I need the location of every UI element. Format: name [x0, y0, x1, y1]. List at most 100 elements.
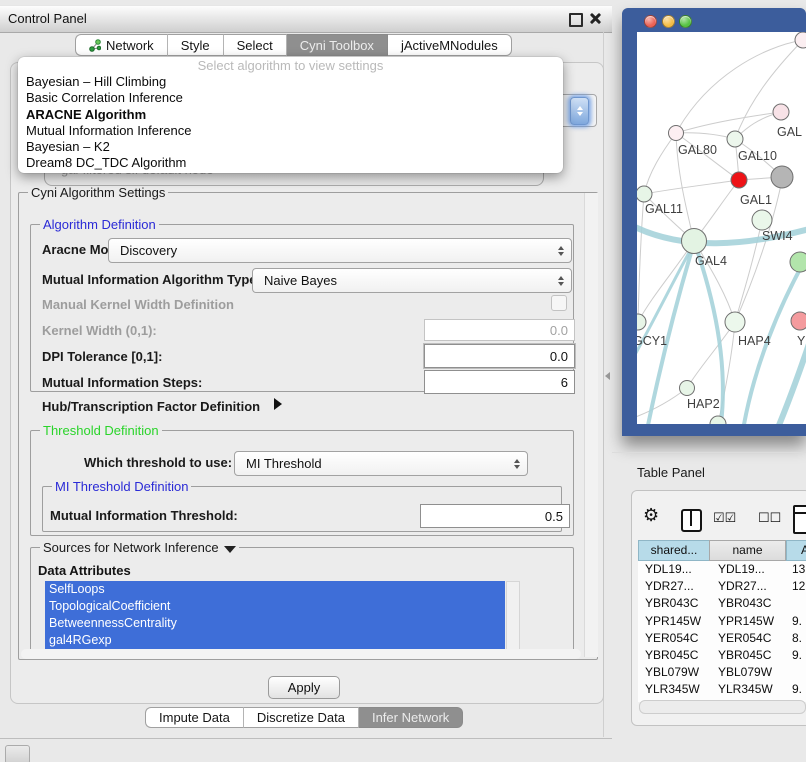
table-cell[interactable]: YLR345W — [645, 681, 700, 698]
apply-button[interactable]: Apply — [268, 676, 340, 699]
attribute-item-topologicalcoefficient[interactable]: TopologicalCoefficient — [45, 598, 505, 615]
network-node[interactable] — [771, 166, 793, 188]
network-node-gal4[interactable] — [682, 229, 707, 254]
sources-group-title[interactable]: Sources for Network Inference — [40, 540, 239, 555]
list-vertical-scrollbar[interactable] — [506, 581, 520, 651]
new-table-icon[interactable] — [793, 505, 806, 534]
table-cell[interactable]: 12 — [792, 578, 805, 595]
mi-steps-field[interactable]: 6 — [424, 370, 575, 394]
aracne-mode-combobox[interactable]: Discovery — [108, 238, 572, 263]
columns-icon[interactable] — [681, 509, 702, 532]
data-attributes-list[interactable]: SelfLoopsTopologicalCoefficientBetweenne… — [45, 581, 505, 649]
which-threshold-combobox[interactable]: MI Threshold — [234, 451, 528, 476]
combo-spinner-icon[interactable] — [570, 97, 589, 125]
table-row[interactable]: YDR27... YDR27... 12 — [638, 578, 806, 595]
algorithm-option-bayesian-hill-climbing[interactable]: Bayesian – Hill Climbing — [18, 74, 563, 90]
tab-infer-network[interactable]: Infer Network — [359, 707, 463, 728]
table-cell[interactable]: YER054C — [718, 630, 771, 647]
algorithm-option-basic-correlation-inference[interactable]: Basic Correlation Inference — [18, 90, 563, 106]
attribute-item-selfloops[interactable]: SelfLoops — [45, 581, 505, 598]
group-horizontal-scrollbar[interactable] — [21, 649, 581, 659]
tab-cyni-toolbox[interactable]: Cyni Toolbox — [287, 34, 388, 56]
table-cell[interactable]: 9. — [792, 681, 802, 698]
algorithm-option-dream8-dc-tdc-algorithm[interactable]: Dream8 DC_TDC Algorithm — [18, 155, 563, 171]
network-node[interactable] — [795, 32, 806, 48]
select-unchecked-icon[interactable]: ☐☐ — [758, 510, 781, 526]
mi-threshold-field[interactable]: 0.5 — [420, 504, 570, 528]
table-row[interactable]: YBR043C YBR043C — [638, 595, 806, 612]
kernel-width-field[interactable]: 0.0 — [424, 319, 575, 341]
table-cell[interactable]: 9. — [792, 647, 802, 664]
tab-style[interactable]: Style — [168, 34, 224, 56]
table-row[interactable]: YLR345W YLR345W 9. — [638, 681, 806, 698]
table-cell[interactable]: YBL079W — [718, 664, 772, 681]
table-row[interactable]: YBL079W YBL079W — [638, 664, 806, 681]
expand-arrow-icon[interactable] — [274, 398, 282, 410]
table-row[interactable]: YER054C YER054C 8. — [638, 630, 806, 647]
algorithm-option-bayesian-k2[interactable]: Bayesian – K2 — [18, 139, 563, 155]
table-cell[interactable]: YBR045C — [718, 647, 771, 664]
hub-section-label[interactable]: Hub/Transcription Factor Definition — [42, 399, 260, 414]
table-cell[interactable]: YDL19... — [645, 561, 692, 578]
table-cell[interactable]: YBR043C — [718, 595, 771, 612]
tab-discretize-data[interactable]: Discretize Data — [244, 707, 359, 728]
network-node-swi4[interactable] — [752, 210, 772, 230]
table-row[interactable]: YBR045C YBR045C 9. — [638, 647, 806, 664]
network-node-gal10[interactable] — [727, 131, 743, 147]
close-panel-icon[interactable] — [589, 12, 602, 25]
table-cell[interactable]: YDR27... — [645, 578, 694, 595]
tab-network[interactable]: Network — [75, 34, 168, 56]
table-cell[interactable]: 9. — [792, 613, 802, 630]
control-panel-titlebar[interactable]: Control Panel — [0, 5, 612, 33]
zoom-light-icon[interactable] — [679, 15, 692, 28]
network-node[interactable] — [790, 252, 806, 272]
table-cell[interactable]: YBR043C — [645, 595, 698, 612]
attribute-item-betweennesscentrality[interactable]: BetweennessCentrality — [45, 615, 505, 632]
table-cell[interactable]: YDR27... — [718, 578, 767, 595]
algorithm-option-aracne-algorithm[interactable]: ARACNE Algorithm — [18, 107, 563, 123]
table-row[interactable]: YDL19... YDL19... 13 — [638, 561, 806, 578]
dpi-tolerance-field[interactable]: 0.0 — [424, 344, 575, 368]
column-header-a[interactable]: A — [786, 540, 806, 561]
network-node-gal80[interactable] — [669, 126, 684, 141]
minimized-panel-icon[interactable] — [5, 745, 30, 762]
manual-kernel-checkbox[interactable] — [551, 295, 567, 311]
table-cell[interactable]: YDL19... — [718, 561, 765, 578]
network-node-gal11[interactable] — [637, 186, 652, 202]
algorithm-option-mutual-information-inference[interactable]: Mutual Information Inference — [18, 123, 563, 139]
splitter-collapse-arrow-icon[interactable] — [605, 372, 610, 380]
table-cell[interactable]: YPR145W — [718, 613, 774, 630]
table-cell[interactable]: 8. — [792, 630, 802, 647]
network-node-hap2[interactable] — [680, 381, 695, 396]
tab-impute-data[interactable]: Impute Data — [145, 707, 244, 728]
settings-vertical-scrollbar[interactable] — [584, 193, 598, 657]
table-cell[interactable]: 13 — [792, 561, 805, 578]
float-panel-icon[interactable] — [569, 13, 583, 27]
table-row[interactable]: YPR145W YPR145W 9. — [638, 613, 806, 630]
network-node-gal[interactable] — [773, 104, 789, 120]
column-header-shared[interactable]: shared... — [638, 540, 710, 561]
attribute-item-gal4rgexp[interactable]: gal4RGexp — [45, 632, 505, 649]
network-canvas[interactable]: GALGAL80GAL10GAL1GAL11SWI4GAL4GCY1HAP4YH… — [637, 32, 806, 424]
collapse-arrow-icon[interactable] — [224, 546, 236, 553]
network-node-y[interactable] — [791, 312, 806, 330]
network-node-hap4[interactable] — [725, 312, 745, 332]
table-body[interactable]: YDL19...YDL19...13YDR27...YDR27...12YBR0… — [638, 561, 806, 702]
select-checked-icon[interactable]: ☑☑ — [713, 510, 736, 526]
column-header-name[interactable]: name — [709, 540, 786, 561]
table-cell[interactable]: YER054C — [645, 630, 698, 647]
table-cell[interactable]: YLR345W — [718, 681, 773, 698]
table-cell[interactable]: YBL079W — [645, 664, 699, 681]
minimize-light-icon[interactable] — [662, 15, 675, 28]
network-node-gal1[interactable] — [731, 172, 747, 188]
table-cell[interactable]: YBR045C — [645, 647, 698, 664]
close-light-icon[interactable] — [644, 15, 657, 28]
mi-type-combobox[interactable]: Naive Bayes — [252, 268, 572, 293]
gear-icon[interactable]: ⚙ — [643, 505, 659, 526]
table-cell[interactable]: YPR145W — [645, 613, 701, 630]
network-graph[interactable]: GALGAL80GAL10GAL1GAL11SWI4GAL4GCY1HAP4YH… — [637, 32, 806, 424]
table-horizontal-scrollbar[interactable] — [639, 700, 806, 714]
network-node-gcy1[interactable] — [637, 314, 646, 330]
tab-jactivemnodules[interactable]: jActiveMNodules — [388, 34, 512, 56]
tab-select[interactable]: Select — [224, 34, 287, 56]
